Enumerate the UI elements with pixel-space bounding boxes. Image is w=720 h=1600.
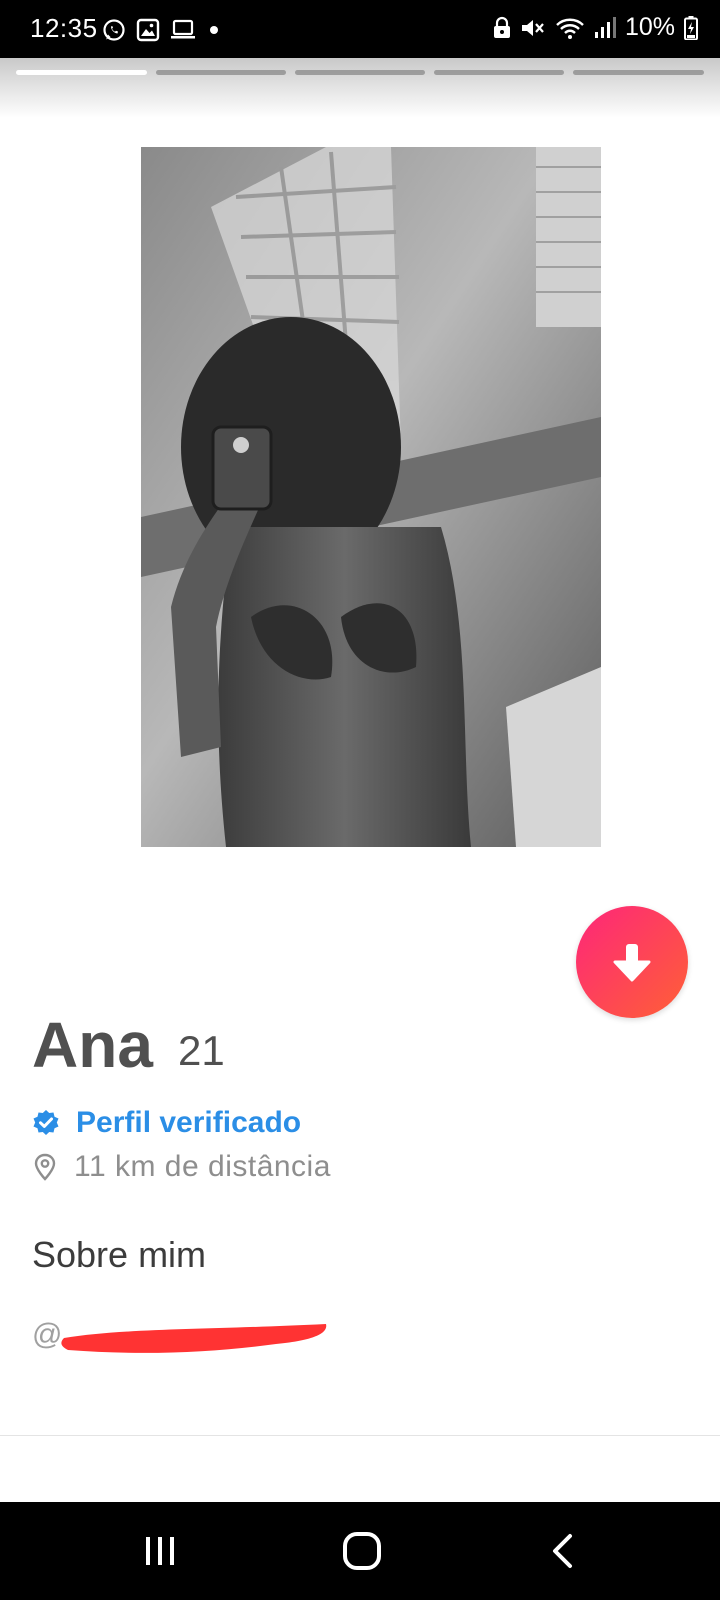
verified-check-icon <box>33 1110 59 1135</box>
arrow-down-icon <box>613 944 651 982</box>
distance-label: 11 km de distância <box>74 1150 331 1183</box>
progress-segment[interactable] <box>295 70 425 75</box>
gallery-icon <box>136 18 160 42</box>
recent-apps-icon <box>146 1537 174 1565</box>
lock-icon <box>493 16 510 38</box>
progress-segment[interactable] <box>156 70 286 75</box>
redaction-scribble <box>61 1324 327 1353</box>
system-status-icons: 10% <box>493 13 698 42</box>
home-icon <box>343 1532 381 1570</box>
progress-segment[interactable] <box>434 70 564 75</box>
verified-badge-row[interactable]: Perfil verificado <box>32 1106 301 1140</box>
back-button[interactable] <box>502 1502 622 1600</box>
notification-icons <box>102 18 222 42</box>
status-time: 12:35 <box>30 13 98 43</box>
wifi-icon <box>556 18 584 39</box>
mute-icon <box>521 19 544 36</box>
dot-icon <box>210 26 218 34</box>
progress-segment-active[interactable] <box>16 70 147 75</box>
home-button[interactable] <box>302 1502 422 1600</box>
location-pin-icon <box>34 1153 56 1181</box>
recent-apps-button[interactable] <box>100 1502 220 1600</box>
collapse-profile-button[interactable] <box>576 906 688 1018</box>
progress-segment[interactable] <box>573 70 704 75</box>
photo-progress-bar <box>0 58 720 118</box>
section-divider <box>0 1435 720 1436</box>
whatsapp-icon <box>103 19 125 41</box>
system-navigation-bar <box>0 1502 720 1600</box>
profile-photo-illustration <box>141 147 601 847</box>
profile-photo[interactable] <box>141 147 601 847</box>
battery-level: 10% <box>624 13 675 41</box>
back-icon <box>553 1534 572 1568</box>
about-me-heading: Sobre mim <box>32 1234 207 1275</box>
profile-age: 21 <box>178 1027 225 1074</box>
distance-row: 11 km de distância <box>34 1150 331 1184</box>
laptop-icon <box>171 19 195 39</box>
status-bar: 12:35 10% <box>0 0 720 58</box>
signal-icon <box>594 16 616 38</box>
profile-name: Ana <box>32 1009 153 1081</box>
battery-charging-icon <box>684 15 698 40</box>
verified-label: Perfil verificado <box>76 1106 302 1139</box>
